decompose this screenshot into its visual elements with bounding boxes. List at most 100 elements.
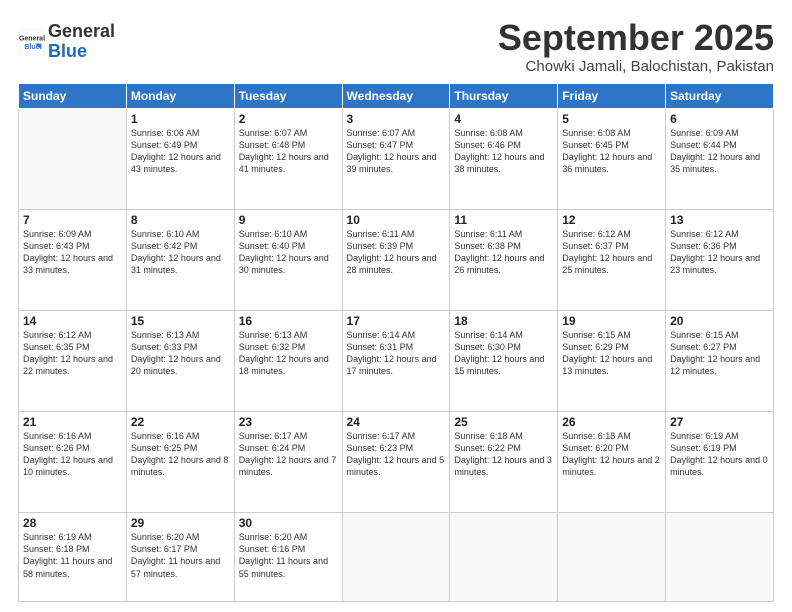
title-block: September 2025 Chowki Jamali, Balochista… — [498, 18, 774, 75]
day-number: 10 — [347, 213, 446, 227]
day-info: Sunrise: 6:09 AMSunset: 6:44 PMDaylight:… — [670, 127, 769, 176]
col-tuesday: Tuesday — [234, 83, 342, 108]
day-info: Sunrise: 6:08 AMSunset: 6:46 PMDaylight:… — [454, 127, 553, 176]
week-row-2: 14Sunrise: 6:12 AMSunset: 6:35 PMDayligh… — [19, 310, 774, 411]
day-cell: 18Sunrise: 6:14 AMSunset: 6:30 PMDayligh… — [450, 310, 558, 411]
day-number: 25 — [454, 415, 553, 429]
day-info: Sunrise: 6:10 AMSunset: 6:42 PMDaylight:… — [131, 228, 230, 277]
day-number: 29 — [131, 516, 230, 530]
day-info: Sunrise: 6:16 AMSunset: 6:25 PMDaylight:… — [131, 430, 230, 479]
day-number: 21 — [23, 415, 122, 429]
day-number: 27 — [670, 415, 769, 429]
day-info: Sunrise: 6:08 AMSunset: 6:45 PMDaylight:… — [562, 127, 661, 176]
day-info: Sunrise: 6:09 AMSunset: 6:43 PMDaylight:… — [23, 228, 122, 277]
day-info: Sunrise: 6:14 AMSunset: 6:30 PMDaylight:… — [454, 329, 553, 378]
day-cell: 26Sunrise: 6:18 AMSunset: 6:20 PMDayligh… — [558, 412, 666, 513]
day-cell: 2Sunrise: 6:07 AMSunset: 6:48 PMDaylight… — [234, 108, 342, 209]
day-cell: 16Sunrise: 6:13 AMSunset: 6:32 PMDayligh… — [234, 310, 342, 411]
day-info: Sunrise: 6:17 AMSunset: 6:24 PMDaylight:… — [239, 430, 338, 479]
day-cell: 10Sunrise: 6:11 AMSunset: 6:39 PMDayligh… — [342, 209, 450, 310]
day-number: 9 — [239, 213, 338, 227]
col-friday: Friday — [558, 83, 666, 108]
day-info: Sunrise: 6:12 AMSunset: 6:37 PMDaylight:… — [562, 228, 661, 277]
day-number: 20 — [670, 314, 769, 328]
svg-text:General: General — [19, 35, 45, 42]
logo-line2: Blue — [48, 42, 115, 62]
day-info: Sunrise: 6:18 AMSunset: 6:22 PMDaylight:… — [454, 430, 553, 479]
day-number: 2 — [239, 112, 338, 126]
day-cell: 3Sunrise: 6:07 AMSunset: 6:47 PMDaylight… — [342, 108, 450, 209]
col-saturday: Saturday — [666, 83, 774, 108]
day-info: Sunrise: 6:17 AMSunset: 6:23 PMDaylight:… — [347, 430, 446, 479]
day-info: Sunrise: 6:12 AMSunset: 6:35 PMDaylight:… — [23, 329, 122, 378]
day-cell: 13Sunrise: 6:12 AMSunset: 6:36 PMDayligh… — [666, 209, 774, 310]
day-number: 3 — [347, 112, 446, 126]
day-cell: 23Sunrise: 6:17 AMSunset: 6:24 PMDayligh… — [234, 412, 342, 513]
day-info: Sunrise: 6:19 AMSunset: 6:18 PMDaylight:… — [23, 531, 122, 580]
day-number: 1 — [131, 112, 230, 126]
subtitle: Chowki Jamali, Balochistan, Pakistan — [498, 58, 774, 75]
day-number: 11 — [454, 213, 553, 227]
day-cell: 30Sunrise: 6:20 AMSunset: 6:16 PMDayligh… — [234, 513, 342, 602]
month-title: September 2025 — [498, 18, 774, 58]
day-cell: 21Sunrise: 6:16 AMSunset: 6:26 PMDayligh… — [19, 412, 127, 513]
day-info: Sunrise: 6:13 AMSunset: 6:33 PMDaylight:… — [131, 329, 230, 378]
day-number: 15 — [131, 314, 230, 328]
day-info: Sunrise: 6:13 AMSunset: 6:32 PMDaylight:… — [239, 329, 338, 378]
day-number: 24 — [347, 415, 446, 429]
day-cell — [558, 513, 666, 602]
day-cell: 9Sunrise: 6:10 AMSunset: 6:40 PMDaylight… — [234, 209, 342, 310]
day-info: Sunrise: 6:10 AMSunset: 6:40 PMDaylight:… — [239, 228, 338, 277]
day-info: Sunrise: 6:12 AMSunset: 6:36 PMDaylight:… — [670, 228, 769, 277]
header: General Blue General Blue September 2025… — [18, 18, 774, 75]
day-cell: 25Sunrise: 6:18 AMSunset: 6:22 PMDayligh… — [450, 412, 558, 513]
day-info: Sunrise: 6:14 AMSunset: 6:31 PMDaylight:… — [347, 329, 446, 378]
page: General Blue General Blue September 2025… — [0, 0, 792, 612]
day-cell: 14Sunrise: 6:12 AMSunset: 6:35 PMDayligh… — [19, 310, 127, 411]
day-number: 5 — [562, 112, 661, 126]
day-cell: 28Sunrise: 6:19 AMSunset: 6:18 PMDayligh… — [19, 513, 127, 602]
day-info: Sunrise: 6:07 AMSunset: 6:47 PMDaylight:… — [347, 127, 446, 176]
day-info: Sunrise: 6:18 AMSunset: 6:20 PMDaylight:… — [562, 430, 661, 479]
day-cell — [450, 513, 558, 602]
day-cell: 11Sunrise: 6:11 AMSunset: 6:38 PMDayligh… — [450, 209, 558, 310]
day-cell: 19Sunrise: 6:15 AMSunset: 6:29 PMDayligh… — [558, 310, 666, 411]
logo-icon: General Blue — [18, 28, 46, 56]
logo: General Blue General Blue — [18, 22, 115, 62]
day-cell: 24Sunrise: 6:17 AMSunset: 6:23 PMDayligh… — [342, 412, 450, 513]
week-row-4: 28Sunrise: 6:19 AMSunset: 6:18 PMDayligh… — [19, 513, 774, 602]
day-number: 17 — [347, 314, 446, 328]
day-info: Sunrise: 6:15 AMSunset: 6:29 PMDaylight:… — [562, 329, 661, 378]
calendar-table: Sunday Monday Tuesday Wednesday Thursday… — [18, 83, 774, 602]
day-info: Sunrise: 6:07 AMSunset: 6:48 PMDaylight:… — [239, 127, 338, 176]
day-info: Sunrise: 6:19 AMSunset: 6:19 PMDaylight:… — [670, 430, 769, 479]
day-cell: 4Sunrise: 6:08 AMSunset: 6:46 PMDaylight… — [450, 108, 558, 209]
calendar-header-row: Sunday Monday Tuesday Wednesday Thursday… — [19, 83, 774, 108]
day-cell: 27Sunrise: 6:19 AMSunset: 6:19 PMDayligh… — [666, 412, 774, 513]
day-cell: 20Sunrise: 6:15 AMSunset: 6:27 PMDayligh… — [666, 310, 774, 411]
col-wednesday: Wednesday — [342, 83, 450, 108]
day-cell: 29Sunrise: 6:20 AMSunset: 6:17 PMDayligh… — [126, 513, 234, 602]
day-cell: 5Sunrise: 6:08 AMSunset: 6:45 PMDaylight… — [558, 108, 666, 209]
day-number: 4 — [454, 112, 553, 126]
day-number: 19 — [562, 314, 661, 328]
day-cell: 8Sunrise: 6:10 AMSunset: 6:42 PMDaylight… — [126, 209, 234, 310]
day-cell: 1Sunrise: 6:06 AMSunset: 6:49 PMDaylight… — [126, 108, 234, 209]
week-row-0: 1Sunrise: 6:06 AMSunset: 6:49 PMDaylight… — [19, 108, 774, 209]
day-number: 16 — [239, 314, 338, 328]
week-row-1: 7Sunrise: 6:09 AMSunset: 6:43 PMDaylight… — [19, 209, 774, 310]
day-cell — [666, 513, 774, 602]
day-cell: 12Sunrise: 6:12 AMSunset: 6:37 PMDayligh… — [558, 209, 666, 310]
day-number: 12 — [562, 213, 661, 227]
day-number: 26 — [562, 415, 661, 429]
day-info: Sunrise: 6:11 AMSunset: 6:38 PMDaylight:… — [454, 228, 553, 277]
day-cell: 6Sunrise: 6:09 AMSunset: 6:44 PMDaylight… — [666, 108, 774, 209]
day-number: 13 — [670, 213, 769, 227]
day-cell: 22Sunrise: 6:16 AMSunset: 6:25 PMDayligh… — [126, 412, 234, 513]
logo-text: General Blue — [48, 22, 115, 62]
svg-text:Blue: Blue — [24, 44, 39, 51]
day-info: Sunrise: 6:15 AMSunset: 6:27 PMDaylight:… — [670, 329, 769, 378]
day-number: 7 — [23, 213, 122, 227]
day-cell: 17Sunrise: 6:14 AMSunset: 6:31 PMDayligh… — [342, 310, 450, 411]
day-info: Sunrise: 6:16 AMSunset: 6:26 PMDaylight:… — [23, 430, 122, 479]
